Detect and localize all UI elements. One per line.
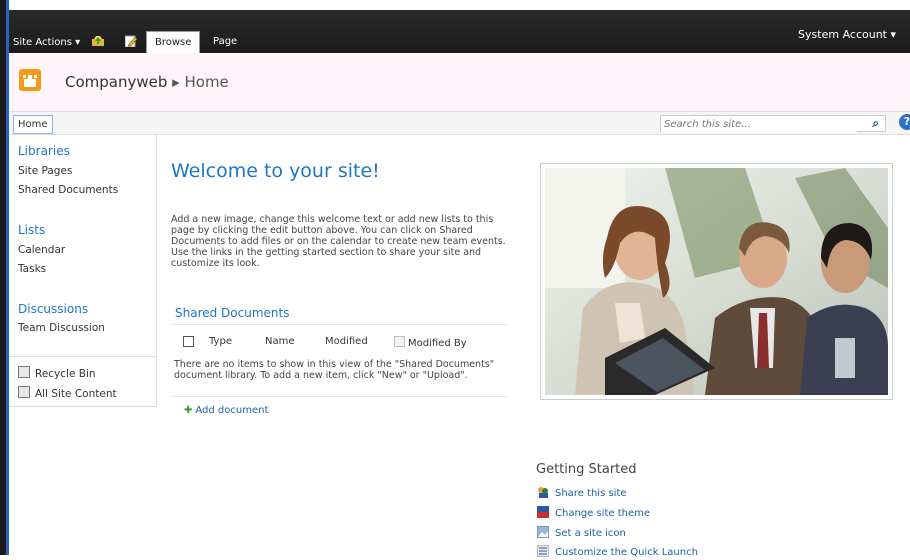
customize-quick-launch-link[interactable]: Customize the Quick Launch — [536, 544, 698, 558]
share-people-icon — [537, 486, 549, 498]
nav-item-shared-documents[interactable]: Shared Documents — [18, 184, 118, 196]
nav-item-calendar[interactable]: Calendar — [18, 244, 65, 256]
site-image — [540, 163, 893, 400]
set-site-icon-link[interactable]: Set a site icon — [536, 525, 626, 539]
empty-view-message: There are no items to show in this view … — [174, 359, 495, 381]
window-edge — [0, 0, 9, 555]
recycle-bin-icon — [18, 366, 30, 378]
column-filter-icon — [394, 336, 405, 347]
image-icon — [536, 525, 550, 539]
navigate-up-icon[interactable] — [91, 35, 104, 47]
column-modified-by[interactable]: Modified By — [394, 336, 467, 349]
share-site-link[interactable]: Share this site — [537, 486, 627, 499]
site-header: Companyweb ▸ Home — [9, 53, 910, 111]
nav-heading-lists[interactable]: Lists — [18, 223, 45, 237]
site-actions-menu[interactable]: Site Actions ▾ — [13, 37, 80, 48]
column-modified[interactable]: Modified — [325, 336, 368, 347]
welcome-heading: Welcome to your site! — [171, 160, 380, 182]
nav-heading-discussions[interactable]: Discussions — [18, 302, 88, 316]
team-photo — [545, 168, 888, 395]
add-icon: ✚ — [184, 405, 193, 416]
welcome-text: Add a new image, change this welcome tex… — [171, 214, 506, 269]
change-theme-label: Change site theme — [555, 508, 651, 519]
site-logo-icon[interactable] — [19, 69, 41, 91]
tab-page[interactable]: Page — [205, 31, 245, 53]
all-site-content-label: All Site Content — [35, 388, 117, 400]
search-box: ⌕ — [660, 115, 886, 132]
add-document-link[interactable]: ✚ Add document — [184, 405, 268, 416]
customize-quick-launch-label: Customize the Quick Launch — [555, 547, 698, 558]
divider — [171, 324, 507, 325]
nav-item-recycle-bin[interactable]: Recycle Bin — [18, 366, 96, 380]
nav-item-tasks[interactable]: Tasks — [18, 263, 46, 275]
nav-divider — [9, 356, 157, 357]
add-document-label: Add document — [195, 405, 269, 416]
help-icon[interactable]: ? — [899, 114, 910, 130]
column-modified-by-label: Modified By — [408, 338, 467, 349]
share-site-label: Share this site — [555, 488, 627, 499]
page-title: Companyweb ▸ Home — [65, 73, 229, 91]
nav-heading-libraries[interactable]: Libraries — [18, 144, 70, 158]
divider — [171, 396, 507, 397]
edit-page-icon[interactable] — [124, 35, 138, 48]
top-navigation: Home ⌕ ? — [9, 111, 910, 135]
theme-icon — [537, 506, 549, 518]
tab-browse[interactable]: Browse — [146, 31, 201, 54]
nav-item-site-pages[interactable]: Site Pages — [18, 165, 72, 177]
ribbon-bar: Site Actions ▾ Browse Page System Accoun… — [9, 0, 910, 54]
getting-started-heading: Getting Started — [536, 462, 637, 477]
recycle-bin-label: Recycle Bin — [35, 368, 96, 380]
nav-item-team-discussion[interactable]: Team Discussion — [18, 322, 105, 334]
quick-launch-icon — [536, 544, 550, 558]
search-icon[interactable]: ⌕ — [872, 116, 879, 131]
site-name-link[interactable]: Companyweb — [65, 73, 167, 91]
shared-documents-title[interactable]: Shared Documents — [175, 306, 289, 320]
site-content-icon — [18, 386, 30, 398]
tab-home[interactable]: Home — [13, 115, 53, 134]
column-name[interactable]: Name — [265, 336, 295, 347]
current-page-name: Home — [184, 73, 229, 91]
select-all-checkbox[interactable] — [183, 336, 194, 349]
nav-item-all-site-content[interactable]: All Site Content — [18, 386, 117, 400]
change-theme-link[interactable]: Change site theme — [537, 506, 650, 519]
column-type[interactable]: Type — [209, 336, 232, 347]
search-input[interactable] — [661, 116, 857, 132]
breadcrumb-separator: ▸ — [172, 73, 180, 91]
user-menu[interactable]: System Account ▾ — [798, 28, 896, 41]
set-site-icon-label: Set a site icon — [555, 528, 626, 539]
